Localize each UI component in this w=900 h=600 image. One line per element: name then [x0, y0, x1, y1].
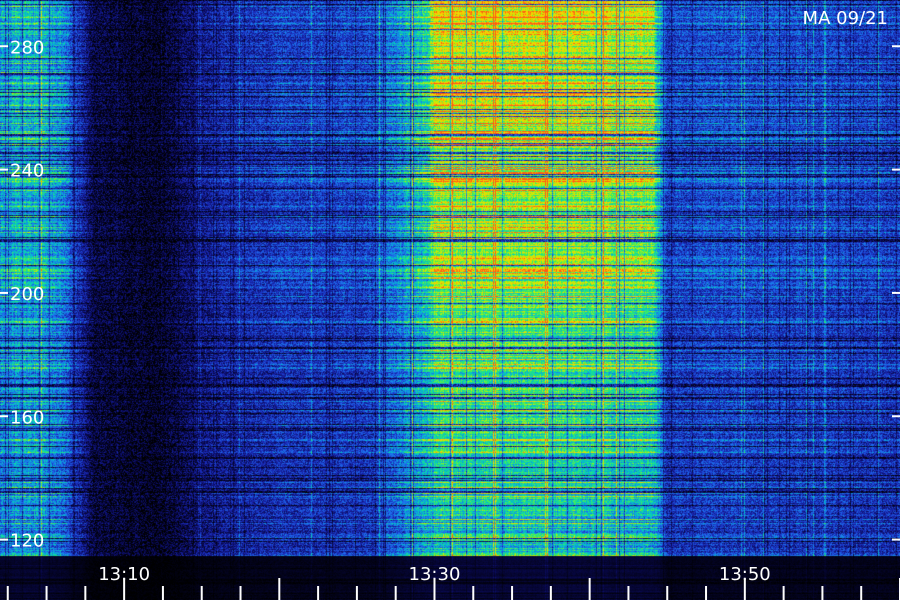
y-tick-label-120: 120 [10, 531, 44, 552]
y-axis: 120 160 200 240 280 [0, 37, 900, 552]
chart-title: MA 09/21 [803, 8, 888, 29]
y-tick-label-280: 280 [10, 37, 44, 58]
y-tick-label-200: 200 [10, 284, 44, 305]
y-tick-label-240: 240 [10, 161, 44, 182]
y-tick-label-160: 160 [10, 407, 44, 428]
x-axis: 13:10 13:30 13:50 [6, 564, 900, 600]
chart-overlay: MA 09/21 120 160 200 240 280 13:10 13:30… [0, 8, 900, 600]
